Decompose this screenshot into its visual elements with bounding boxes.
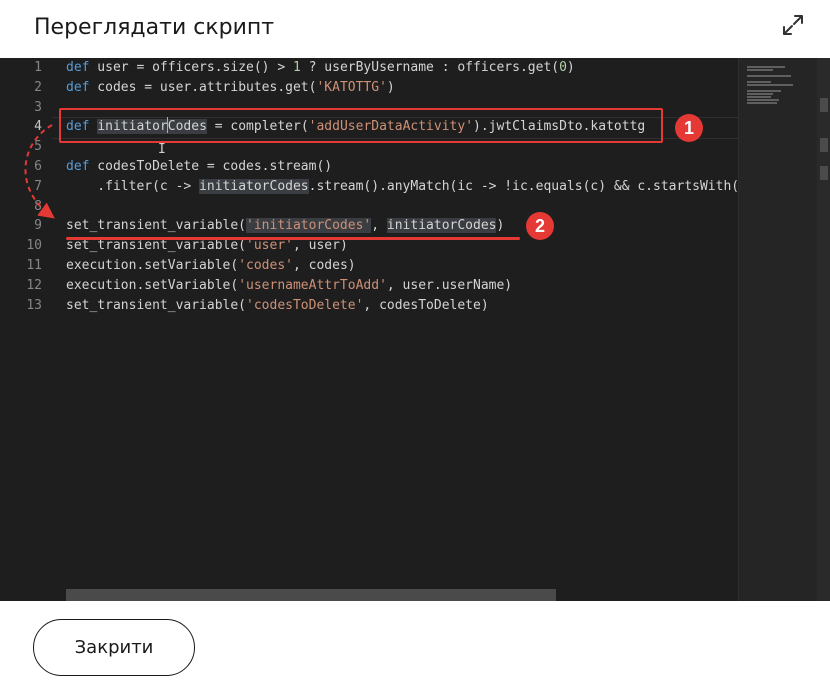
code-token: 'codesToDelete' — [246, 297, 364, 313]
line-number: 10 — [26, 238, 42, 254]
line-number: 1 — [34, 60, 42, 75]
code-token: ) — [566, 60, 575, 75]
minimap-line — [747, 90, 781, 92]
code-token: codes = user.attributes.get( — [89, 79, 317, 95]
minimap-line — [747, 69, 773, 71]
line-number: 7 — [34, 178, 42, 194]
code-token: 'usernameAttrToAdd' — [238, 277, 387, 293]
code-token: ) — [496, 218, 505, 234]
code-token: set_transient_variable( — [66, 218, 247, 234]
code-token: 1 — [292, 60, 301, 75]
horizontal-scrollbar[interactable] — [66, 589, 556, 601]
close-button[interactable]: Закрити — [33, 619, 195, 676]
annotation-box-1 — [59, 108, 663, 143]
scroll-marker — [820, 166, 828, 180]
code-token: 'codes' — [238, 258, 293, 273]
code-token: ) — [386, 79, 395, 95]
scroll-marker — [820, 138, 828, 152]
code-line[interactable]: .filter(c -> initiatorCodes.stream().any… — [66, 177, 738, 197]
line-number: 3 — [34, 99, 42, 115]
annotation-underline-2 — [66, 237, 520, 240]
code-token: initiatorCodes — [386, 218, 497, 234]
code-token: def — [66, 159, 90, 174]
dialog-header: Переглядати скрипт — [0, 0, 830, 58]
line-number: 11 — [26, 258, 42, 273]
code-token: initiatorCodes — [199, 178, 309, 194]
line-number: 2 — [34, 79, 42, 95]
line-number: 5 — [34, 139, 42, 155]
line-number-gutter: 1 2 3 4 5 6 7 8 9 10 11 12 13 — [0, 58, 52, 601]
minimap-line — [747, 84, 793, 86]
code-token: , user.userName) — [386, 277, 513, 293]
line-number: 6 — [34, 159, 42, 174]
dialog-title: Переглядати скрипт — [34, 15, 275, 40]
code-token: 'user' — [246, 238, 293, 254]
code-token: execution.setVariable( — [66, 277, 239, 293]
code-token: user = officers.size() > — [89, 60, 293, 75]
code-token: , codes) — [292, 258, 356, 273]
code-token: .stream().anyMatch(ic -> !ic.equals(c) &… — [308, 178, 738, 194]
code-line[interactable]: execution.setVariable('codes', codes) — [66, 256, 356, 276]
code-token: execution.setVariable( — [66, 258, 239, 273]
code-token: , — [371, 218, 387, 234]
line-number: 12 — [26, 277, 42, 293]
expand-icon[interactable] — [782, 14, 804, 36]
line-number: 9 — [34, 218, 42, 234]
minimap-line — [747, 102, 777, 104]
code-token: set_transient_variable( — [66, 297, 247, 313]
scroll-marker — [820, 98, 828, 112]
code-line[interactable]: execution.setVariable('usernameAttrToAdd… — [66, 276, 512, 296]
code-line[interactable]: def user = officers.size() > 1 ? userByU… — [66, 58, 575, 78]
minimap-line — [747, 93, 773, 95]
code-token: , codesToDelete) — [363, 297, 489, 313]
code-token: ? userByUsername : officers.get( — [300, 60, 560, 75]
code-token: 'initiatorCodes' — [246, 218, 372, 234]
code-token: def — [66, 60, 90, 75]
annotation-badge-2: 2 — [526, 212, 554, 240]
minimap-line — [747, 99, 779, 101]
code-line[interactable]: def codesToDelete = codes.stream() — [66, 157, 332, 177]
code-line[interactable]: set_transient_variable('initiatorCodes',… — [66, 216, 504, 236]
dialog-footer: Закрити — [0, 601, 830, 690]
code-token: def — [66, 79, 90, 95]
code-token: , user) — [292, 238, 348, 254]
text-cursor-ibeam: I — [158, 142, 166, 157]
minimap-line — [747, 66, 785, 68]
line-number: 13 — [26, 297, 42, 313]
code-token: 0 — [559, 60, 567, 75]
minimap[interactable] — [738, 58, 830, 601]
minimap-line — [747, 96, 771, 98]
annotation-badge-1: 1 — [675, 114, 703, 142]
code-token: codesToDelete = codes.stream() — [89, 159, 333, 174]
vertical-scrollbar[interactable] — [817, 58, 830, 601]
minimap-line — [747, 81, 771, 83]
code-token: .filter(c -> — [66, 178, 200, 194]
code-token: 'KATOTTG' — [316, 79, 387, 95]
line-number: 8 — [34, 198, 42, 214]
code-token: set_transient_variable( — [66, 238, 247, 254]
line-number: 4 — [34, 119, 42, 135]
code-line[interactable]: set_transient_variable('codesToDelete', … — [66, 296, 489, 316]
code-line[interactable]: def codes = user.attributes.get('KATOTTG… — [66, 78, 395, 98]
minimap-line — [747, 75, 791, 77]
